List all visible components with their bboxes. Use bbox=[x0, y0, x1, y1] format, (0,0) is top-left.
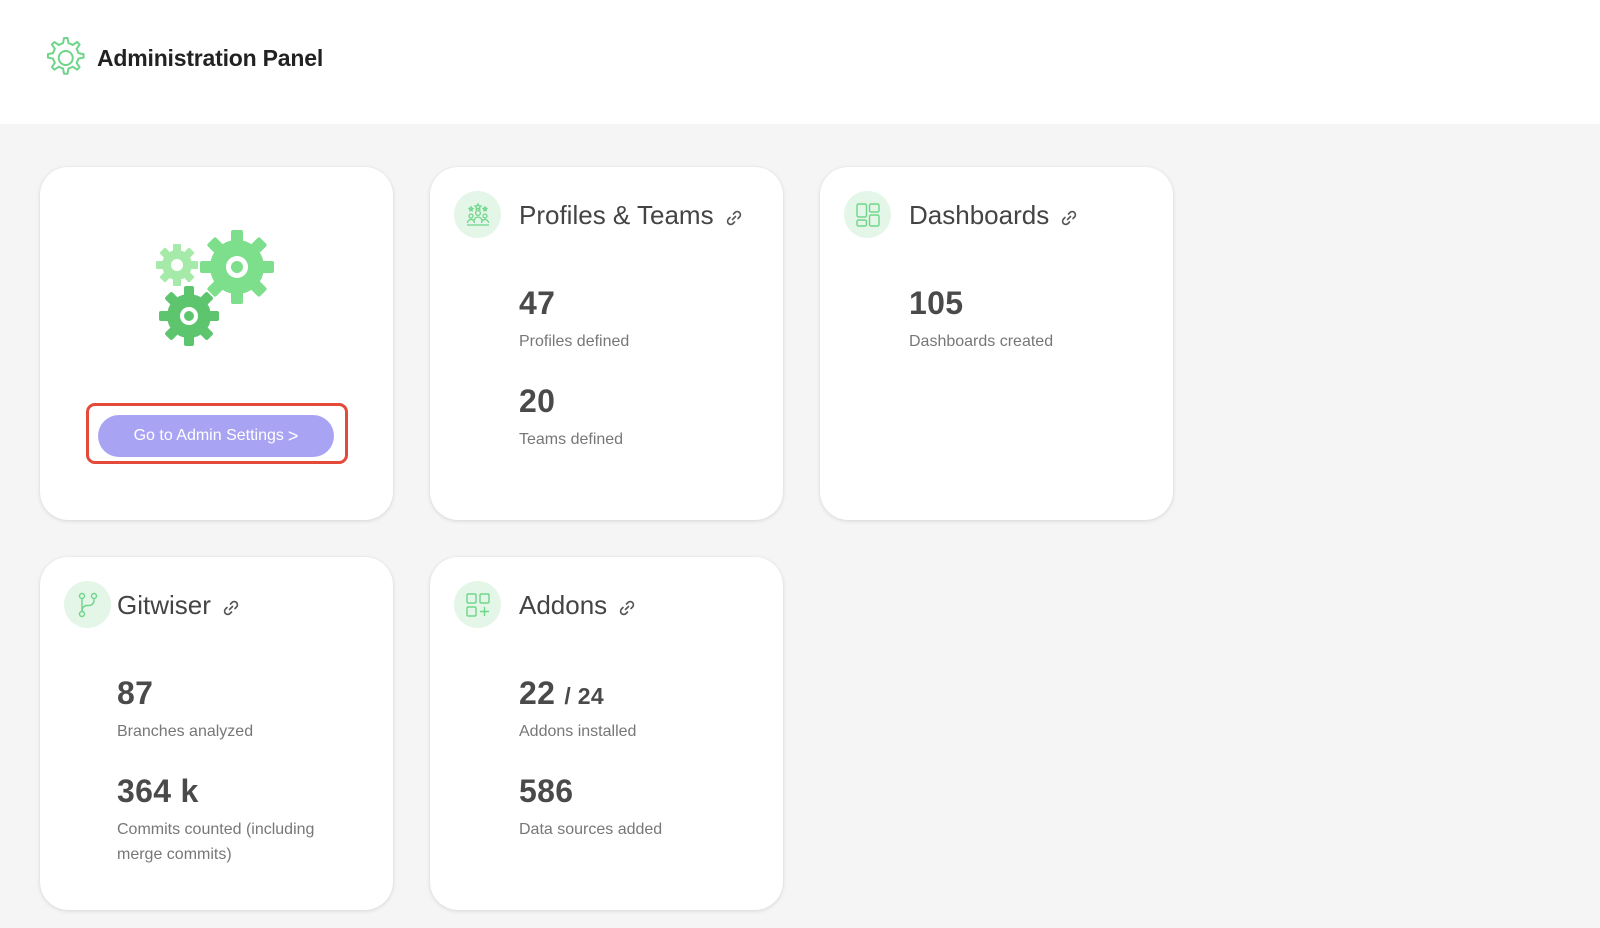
link-icon[interactable] bbox=[1059, 208, 1079, 228]
page-header: Administration Panel bbox=[0, 0, 1600, 124]
profiles-teams-card: Profiles & Teams 47 Profiles defined 20 … bbox=[430, 167, 783, 520]
git-branch-icon-wrapper bbox=[64, 581, 111, 628]
stat-value: 105 bbox=[909, 285, 964, 321]
chevron-right-icon: > bbox=[287, 426, 299, 446]
stat-label: Teams defined bbox=[519, 431, 624, 448]
dashboards-card: Dashboards 105 Dashboards created bbox=[820, 167, 1173, 520]
dashboard-layout-icon bbox=[855, 202, 880, 227]
card-title-link[interactable]: Dashboards bbox=[909, 200, 1079, 231]
team-icon-wrapper bbox=[454, 191, 501, 238]
stat-branches: 87 Branches analyzed bbox=[117, 675, 357, 744]
gitwiser-card: Gitwiser 87 Branches analyzed 364 k Comm… bbox=[40, 557, 393, 910]
stat-value-main: 22 bbox=[519, 675, 556, 711]
link-icon[interactable] bbox=[221, 598, 241, 618]
go-to-admin-settings-button[interactable]: Go to Admin Settings > bbox=[98, 415, 334, 457]
stat-label: Branches analyzed bbox=[117, 723, 254, 740]
link-icon[interactable] bbox=[724, 208, 744, 228]
stat-teams: 20 Teams defined bbox=[519, 383, 759, 452]
stat-value: 47 bbox=[519, 285, 556, 321]
button-label: Go to Admin Settings bbox=[133, 427, 284, 444]
page-title: Administration Panel bbox=[97, 45, 324, 71]
gears-illustration bbox=[156, 230, 274, 346]
card-title-link[interactable]: Gitwiser bbox=[117, 590, 241, 621]
stat-dashboards: 105 Dashboards created bbox=[909, 285, 1149, 354]
dashboard-icon-wrapper bbox=[844, 191, 891, 238]
card-title: Addons bbox=[519, 590, 608, 620]
admin-settings-card: Go to Admin Settings > bbox=[40, 167, 393, 520]
git-branch-icon bbox=[78, 592, 97, 617]
stat-addons-installed: 22 / 24 Addons installed bbox=[519, 675, 759, 744]
stat-label: Commits counted (including merge commits… bbox=[117, 821, 315, 863]
card-title: Gitwiser bbox=[117, 590, 211, 620]
link-icon[interactable] bbox=[617, 598, 637, 618]
addons-icon-wrapper bbox=[454, 581, 501, 628]
stat-value: 586 bbox=[519, 773, 574, 809]
card-title-link[interactable]: Addons bbox=[519, 590, 637, 621]
stat-commits: 364 k Commits counted (including merge c… bbox=[117, 773, 357, 867]
stat-value: 364 k bbox=[117, 773, 199, 809]
stat-label: Profiles defined bbox=[519, 333, 630, 350]
stat-value-total: / 24 bbox=[564, 683, 604, 709]
stat-label: Dashboards created bbox=[909, 333, 1054, 350]
team-icon bbox=[466, 202, 489, 226]
card-title: Profiles & Teams bbox=[519, 200, 714, 230]
stat-value: 20 bbox=[519, 383, 556, 419]
addons-grid-icon bbox=[465, 592, 490, 617]
gear-icon bbox=[46, 37, 85, 75]
stat-value: 22 / 24 bbox=[519, 675, 759, 712]
stat-data-sources: 586 Data sources added bbox=[519, 773, 759, 842]
addons-card: Addons 22 / 24 Addons installed 586 Data… bbox=[430, 557, 783, 910]
stat-label: Addons installed bbox=[519, 723, 637, 740]
card-title-link[interactable]: Profiles & Teams bbox=[519, 200, 744, 231]
card-title: Dashboards bbox=[909, 200, 1050, 230]
stat-label: Data sources added bbox=[519, 821, 663, 838]
stat-profiles: 47 Profiles defined bbox=[519, 285, 759, 354]
stat-value: 87 bbox=[117, 675, 154, 711]
